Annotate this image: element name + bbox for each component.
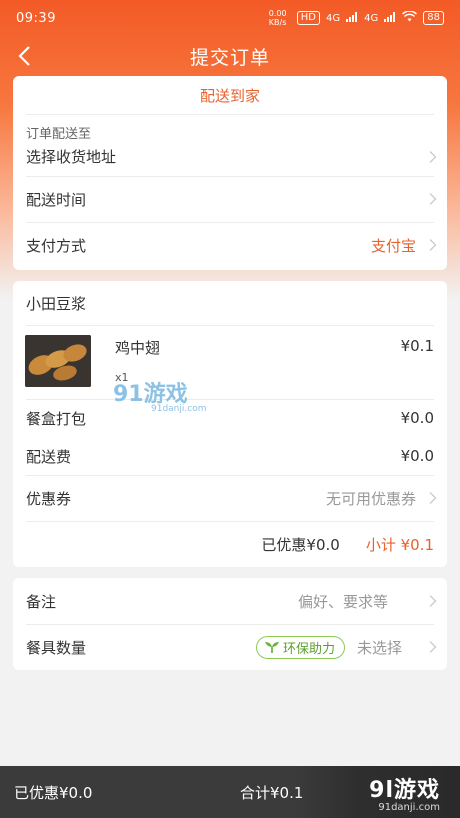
item-price: ¥0.1	[400, 337, 434, 355]
chevron-right-icon	[429, 193, 437, 205]
brand-logo: 9l游戏 91danji.com	[295, 766, 460, 818]
coupon-label: 优惠券	[26, 489, 72, 508]
footer-total: 合计¥0.1	[240, 783, 304, 802]
remark-row[interactable]: 备注 偏好、要求等	[13, 578, 447, 624]
coupon-value: 无可用优惠券	[325, 489, 416, 508]
wifi-icon	[402, 10, 418, 25]
checkout-bar: 已优惠¥0.0 合计¥0.1 9l游戏 91danji.com	[0, 766, 460, 818]
address-row[interactable]: 订单配送至 选择收货地址	[13, 114, 447, 176]
packing-value: ¥0.0	[400, 409, 434, 427]
utensils-value: 未选择	[356, 638, 402, 657]
nav-bar: 提交订单	[0, 36, 460, 76]
chevron-right-icon	[429, 239, 437, 251]
signal-4g-1: 4G	[326, 12, 341, 24]
chevron-left-icon	[18, 46, 30, 66]
delivery-time-label: 配送时间	[26, 190, 87, 209]
signal-icon-2	[384, 11, 396, 25]
delivery-mode-tab[interactable]: 配送到家	[13, 76, 447, 114]
signal-4g-2: 4G	[364, 12, 379, 24]
battery-indicator: 88	[423, 11, 444, 25]
delivery-fee-row: 配送费 ¥0.0	[13, 437, 447, 475]
address-label: 选择收货地址	[26, 148, 117, 166]
footer-discount: 已优惠¥0.0	[14, 783, 93, 802]
discount-text: 已优惠¥0.0	[261, 535, 340, 554]
status-icons: 0.00 KB/s HD 4G 4G 88	[269, 9, 444, 27]
back-button[interactable]	[8, 40, 40, 72]
utensils-label: 餐具数量	[26, 638, 87, 657]
subtotal-text: 小计 ¥0.1	[365, 535, 434, 554]
item-name: 鸡中翅	[115, 339, 161, 357]
delivery-time-row[interactable]: 配送时间	[13, 176, 447, 222]
delivery-fee-value: ¥0.0	[400, 447, 434, 465]
signal-icon	[346, 11, 358, 25]
payment-label: 支付方式	[26, 236, 87, 255]
utensils-row[interactable]: 餐具数量 环保助力 未选择	[13, 624, 447, 670]
logo-sub: 91danji.com	[378, 801, 440, 813]
sprout-icon	[264, 642, 279, 653]
chevron-right-icon	[429, 595, 437, 607]
delivery-fee-label: 配送费	[26, 447, 72, 466]
payment-method-row[interactable]: 支付方式 支付宝	[13, 222, 447, 268]
logo-main: 9l游戏	[369, 777, 440, 803]
chevron-right-icon	[429, 641, 437, 653]
watermark-sub: 91danji.com	[151, 404, 207, 414]
chevron-right-icon	[429, 151, 437, 164]
packing-row: 餐盒打包 ¥0.0	[13, 399, 447, 437]
status-time: 09:39	[16, 10, 56, 26]
coupon-row[interactable]: 优惠券 无可用优惠券	[13, 475, 447, 521]
subtotal-row: 已优惠¥0.0 小计 ¥0.1	[13, 521, 447, 567]
shop-name: 小田豆浆	[26, 294, 87, 313]
hd-badge: HD	[296, 11, 321, 25]
food-image	[25, 335, 91, 387]
address-caption: 订单配送至	[26, 127, 92, 142]
status-bar: 09:39 0.00 KB/s HD 4G 4G 88	[0, 0, 460, 36]
watermark: 91游戏 91danji.com	[113, 376, 206, 414]
chevron-right-icon	[429, 492, 437, 504]
list-item: 鸡中翅 x1 ¥0.1	[13, 325, 447, 399]
eco-badge-label: 环保助力	[282, 641, 335, 657]
eco-badge[interactable]: 环保助力	[255, 635, 345, 659]
order-card: 小田豆浆 鸡中翅 x1 ¥0.1 餐盒打包 ¥0.0 配送费 ¥0.0 优惠券 …	[13, 281, 447, 567]
remark-placeholder: 偏好、要求等	[297, 592, 388, 611]
remark-label: 备注	[26, 592, 57, 611]
net-speed: 0.00 KB/s	[268, 9, 287, 27]
page-title: 提交订单	[189, 46, 270, 69]
payment-value: 支付宝	[370, 236, 416, 255]
extras-card: 备注 偏好、要求等 餐具数量 环保助力 未选择	[13, 578, 447, 670]
packing-label: 餐盒打包	[26, 409, 87, 428]
delivery-card: 配送到家 订单配送至 选择收货地址 配送时间 支付方式 支付宝	[13, 76, 447, 270]
